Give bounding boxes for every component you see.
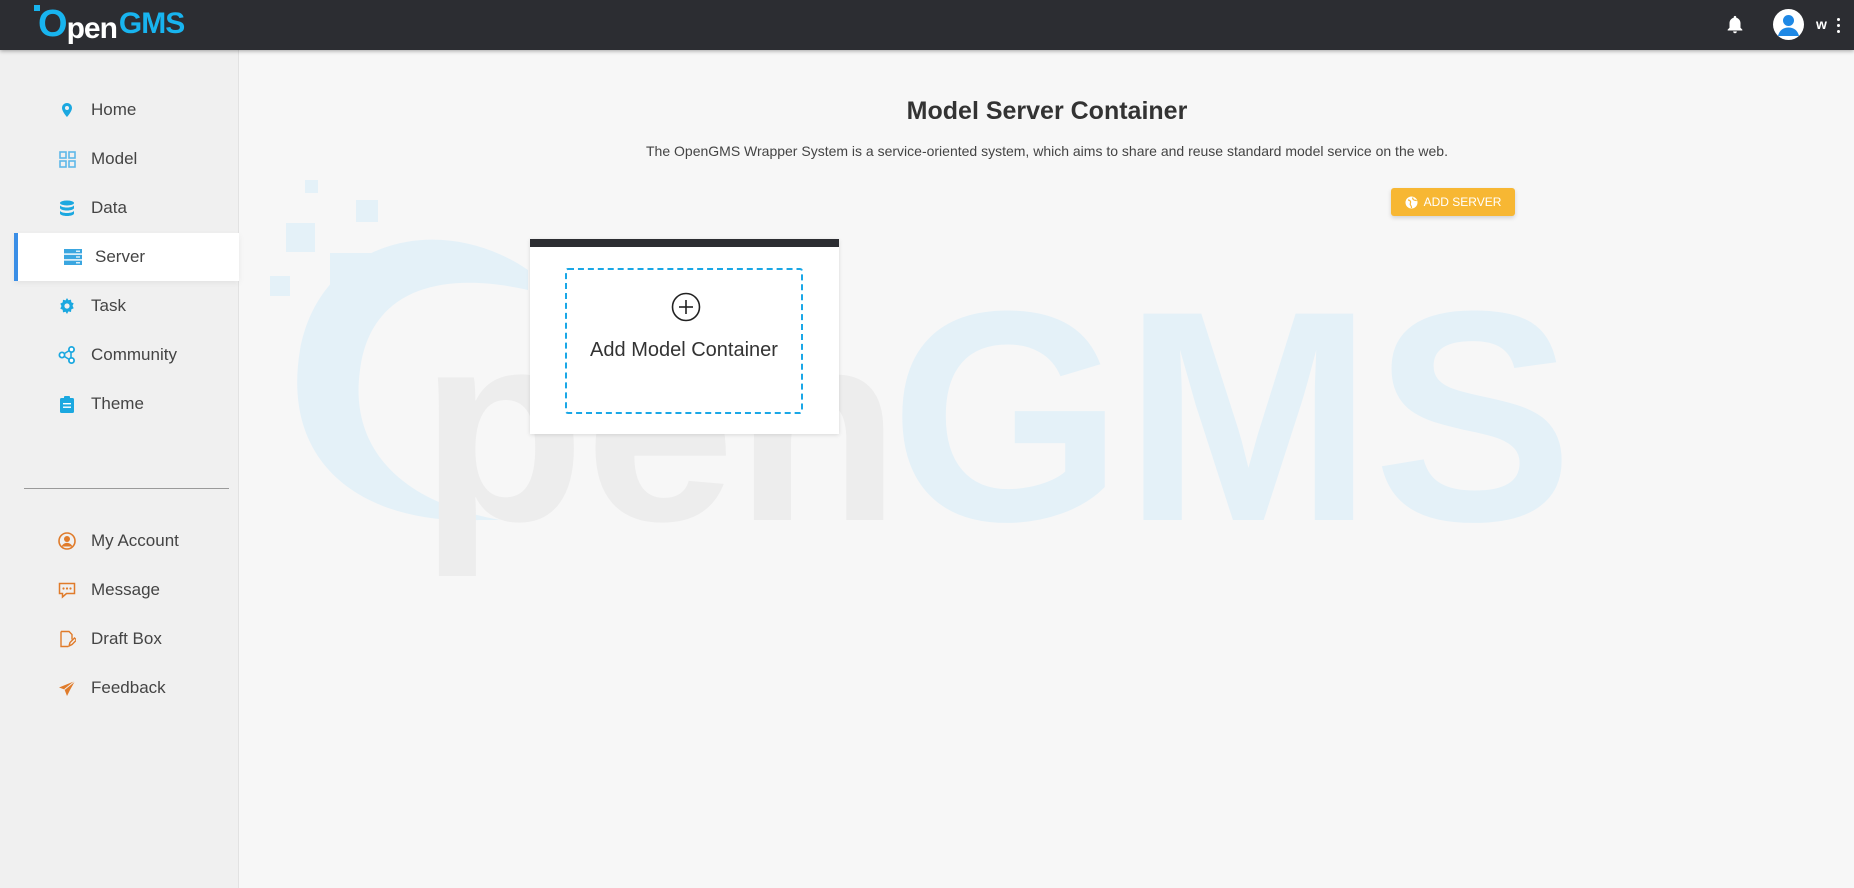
sidebar-item-home[interactable]: Home <box>14 86 239 134</box>
globe-icon <box>1405 196 1418 208</box>
sidebar-item-community[interactable]: Community <box>14 331 239 379</box>
sidebar-item-feedback[interactable]: Feedback <box>14 664 239 712</box>
sidebar-item-message[interactable]: Message <box>14 566 239 614</box>
sidebar-item-task[interactable]: Task <box>14 282 239 330</box>
add-model-container-button[interactable]: Add Model Container <box>565 268 803 414</box>
sidebar-item-label: Message <box>91 580 160 599</box>
sidebar-item-label: Community <box>91 345 177 364</box>
clipboard-icon <box>58 395 76 413</box>
sidebar-item-server[interactable]: Server <box>14 233 239 281</box>
sidebar-item-label: Home <box>91 100 137 119</box>
add-server-label: ADD SERVER <box>1423 195 1502 209</box>
server-icon <box>64 248 82 266</box>
sidebar-item-draft-box[interactable]: Draft Box <box>14 615 239 663</box>
gear-icon <box>58 297 76 315</box>
sidebar-item-model[interactable]: Model <box>14 135 239 183</box>
grid-icon <box>58 150 76 168</box>
paper-plane-icon <box>58 679 76 697</box>
page-description: The OpenGMS Wrapper System is a service-… <box>646 143 1448 159</box>
bell-icon[interactable] <box>1724 14 1746 36</box>
sidebar-item-label: Feedback <box>91 678 166 697</box>
opengms-watermark: pen GMS <box>270 180 1573 584</box>
sidebar-item-my-account[interactable]: My Account <box>14 517 239 565</box>
model-container-card: Add Model Container <box>530 239 839 434</box>
edit-note-icon <box>58 630 76 648</box>
more-vertical-icon[interactable] <box>1834 14 1842 36</box>
message-icon <box>58 581 76 599</box>
add-model-container-label: Add Model Container <box>590 339 778 361</box>
username[interactable]: w <box>1816 16 1827 32</box>
sidebar-item-label: Model <box>91 149 138 168</box>
add-server-button[interactable]: ADD SERVER <box>1391 188 1515 216</box>
main-content: pen GMS Model Server Container The OpenG… <box>240 50 1854 888</box>
sidebar-item-label: Theme <box>91 394 144 413</box>
top-bar: O pen GMS w <box>0 0 1854 50</box>
opengms-logo[interactable]: O pen GMS <box>34 2 185 46</box>
user-avatar-icon[interactable] <box>1773 9 1804 40</box>
user-circle-icon <box>58 532 76 550</box>
plus-circle-icon <box>671 292 701 322</box>
page-title: Model Server Container <box>906 97 1188 125</box>
sidebar: Home Model Data Server Task Community Th… <box>0 50 239 888</box>
sidebar-item-label: Data <box>91 198 127 217</box>
sidebar-item-data[interactable]: Data <box>14 184 239 232</box>
logo-text-gms: GMS <box>118 7 185 40</box>
sidebar-item-theme[interactable]: Theme <box>14 380 239 428</box>
database-icon <box>58 199 76 217</box>
logo-text-pen: pen <box>66 12 118 45</box>
logo-letter-o: O <box>34 2 68 45</box>
sidebar-divider <box>24 488 229 489</box>
watermark-text-gms: GMS <box>890 248 1573 584</box>
sidebar-item-label: Task <box>91 296 126 315</box>
sidebar-item-label: My Account <box>91 531 179 550</box>
share-network-icon <box>58 346 76 364</box>
location-icon <box>58 101 76 119</box>
sidebar-item-label: Draft Box <box>91 629 162 648</box>
sidebar-item-label: Server <box>95 247 146 266</box>
